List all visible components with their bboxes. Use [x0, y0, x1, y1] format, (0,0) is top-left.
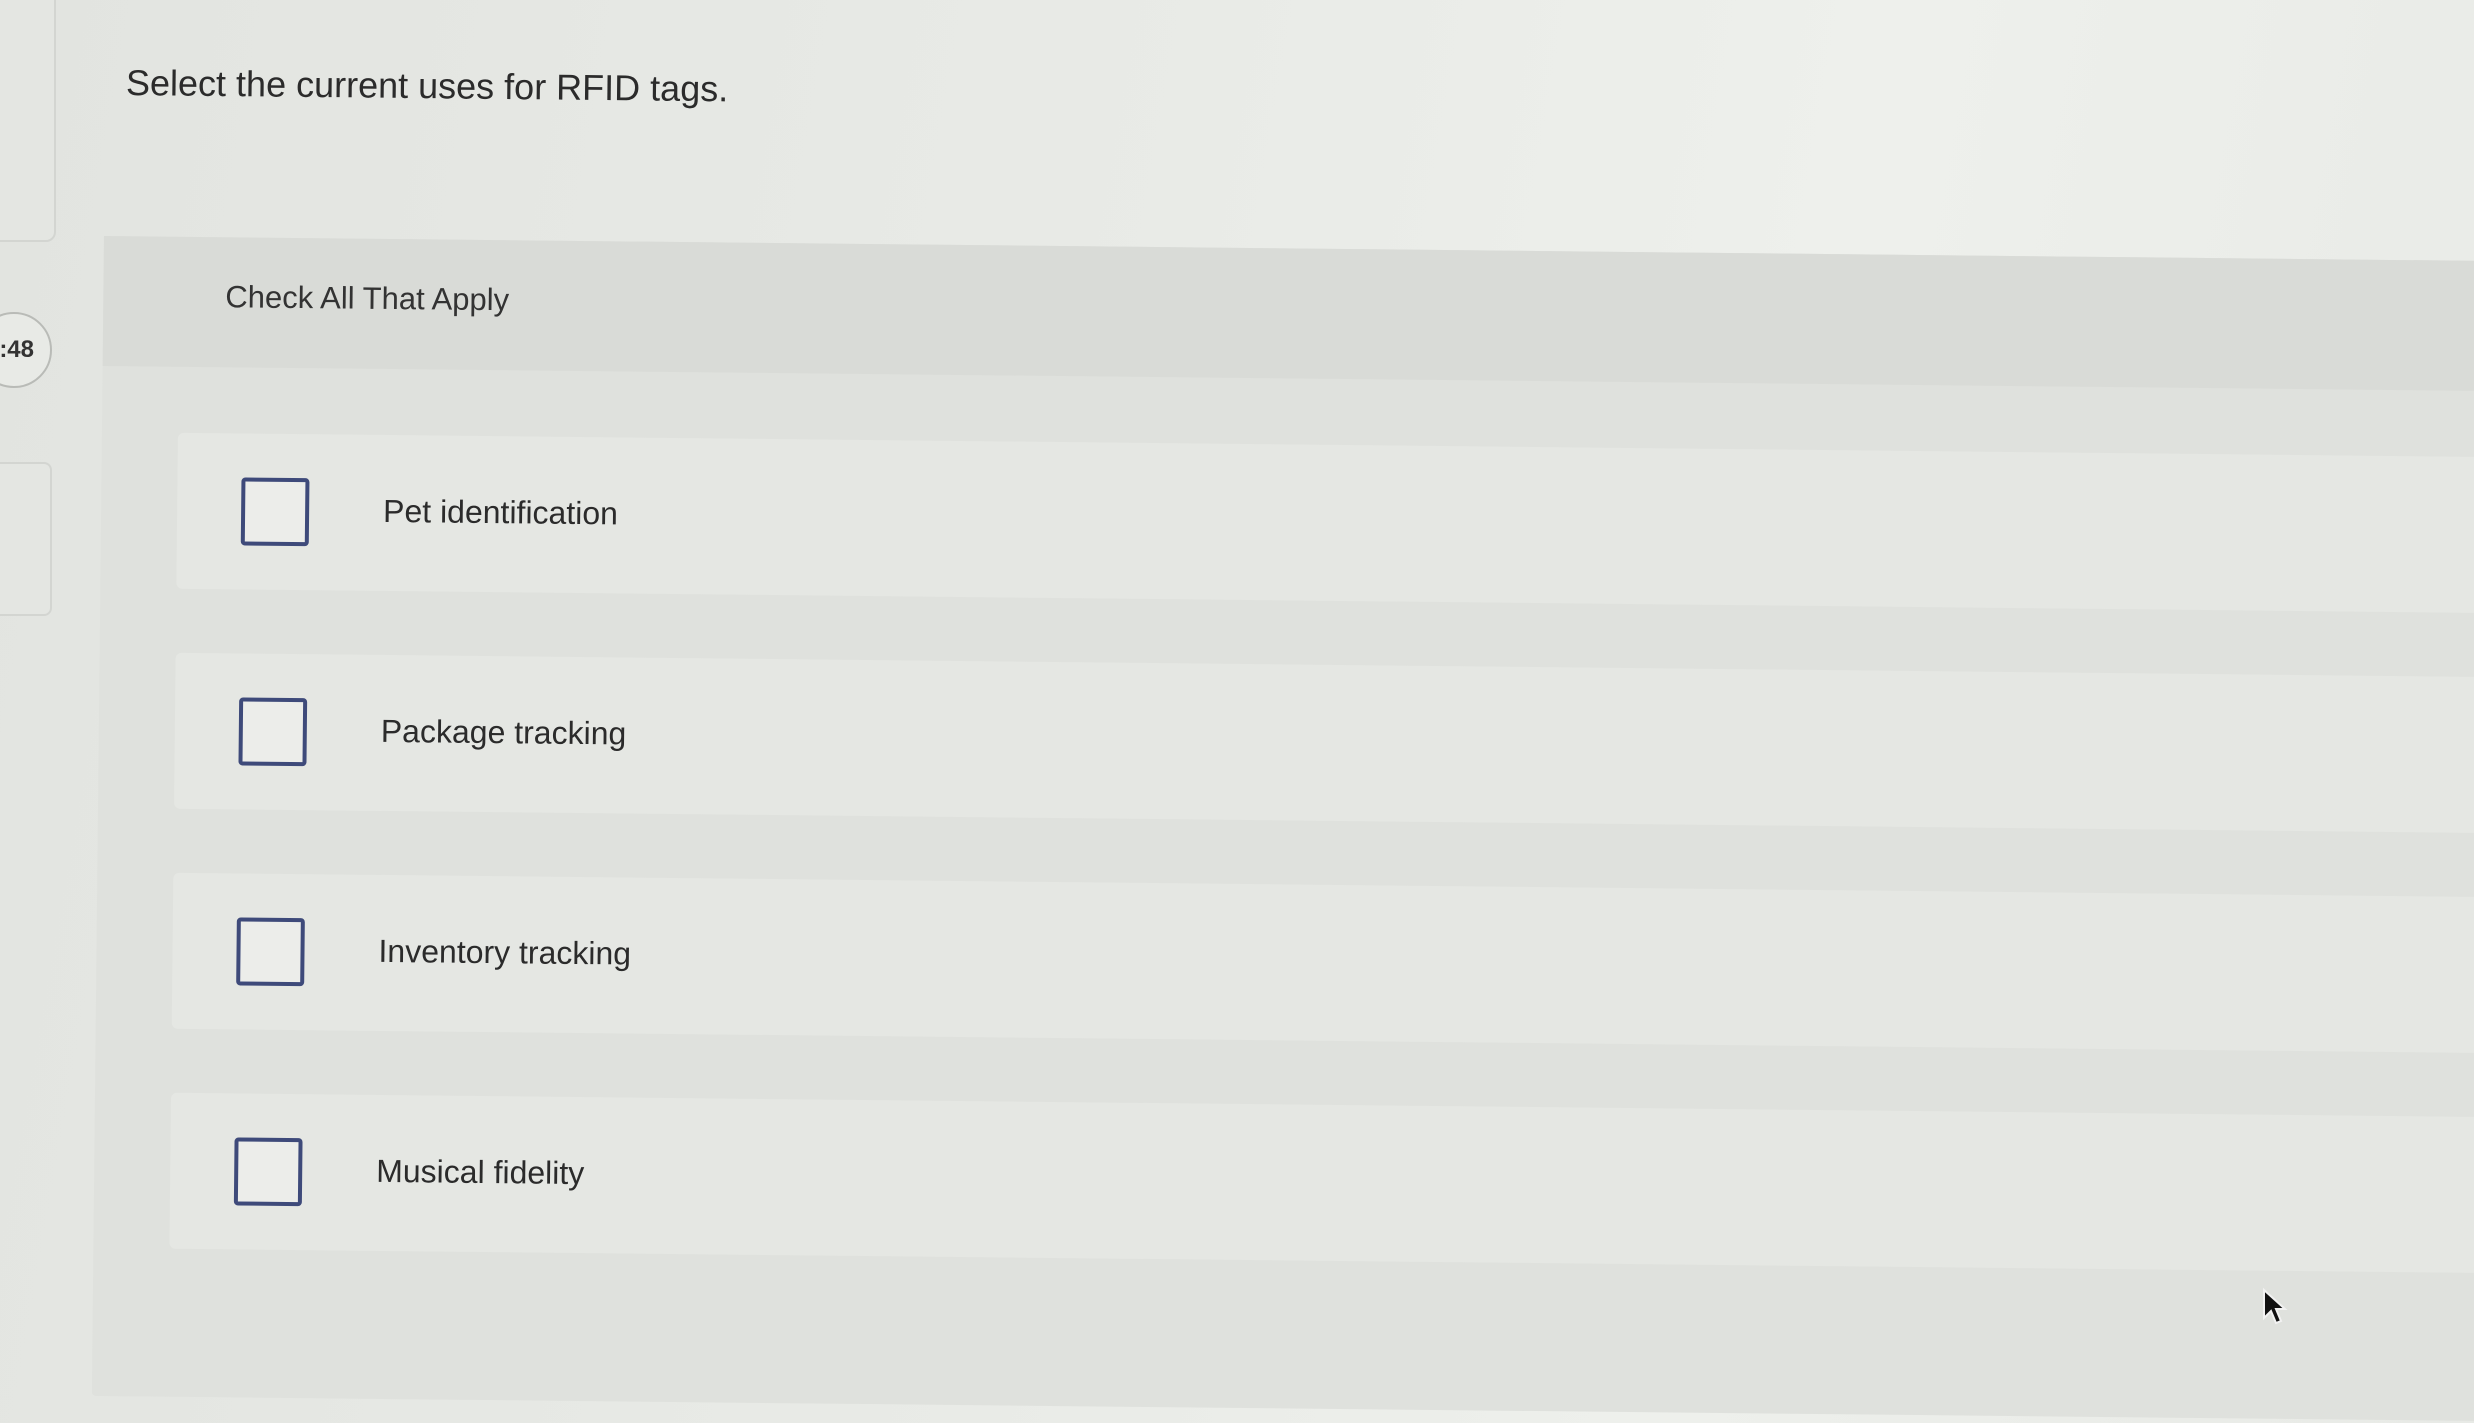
- checkbox[interactable]: [240, 477, 310, 547]
- option-label: Package tracking: [380, 712, 627, 752]
- quiz-page: :48 Select the current uses for RFID tag…: [0, 0, 2474, 1423]
- option-pet-identification[interactable]: Pet identification: [176, 432, 2474, 614]
- option-label: Musical fidelity: [376, 1152, 585, 1192]
- option-package-tracking[interactable]: Package tracking: [174, 652, 2474, 834]
- checkbox[interactable]: [238, 697, 308, 767]
- check-all-instruction: Check All That Apply: [225, 279, 510, 318]
- left-rail-tab[interactable]: [0, 462, 52, 616]
- option-musical-fidelity[interactable]: Musical fidelity: [169, 1092, 2474, 1274]
- option-label: Pet identification: [382, 492, 619, 532]
- option-label: Inventory tracking: [378, 932, 632, 972]
- mouse-cursor-icon: [2263, 1287, 2288, 1325]
- answer-panel-header: Check All That Apply: [102, 236, 2474, 392]
- left-rail-panel: [0, 0, 56, 242]
- question-number-badge[interactable]: :48: [0, 312, 52, 388]
- option-inventory-tracking[interactable]: Inventory tracking: [171, 872, 2474, 1054]
- question-prompt: Select the current uses for RFID tags.: [125, 62, 729, 110]
- answer-panel: Check All That Apply Pet identification …: [91, 236, 2474, 1422]
- checkbox[interactable]: [233, 1137, 303, 1207]
- checkbox[interactable]: [236, 917, 305, 987]
